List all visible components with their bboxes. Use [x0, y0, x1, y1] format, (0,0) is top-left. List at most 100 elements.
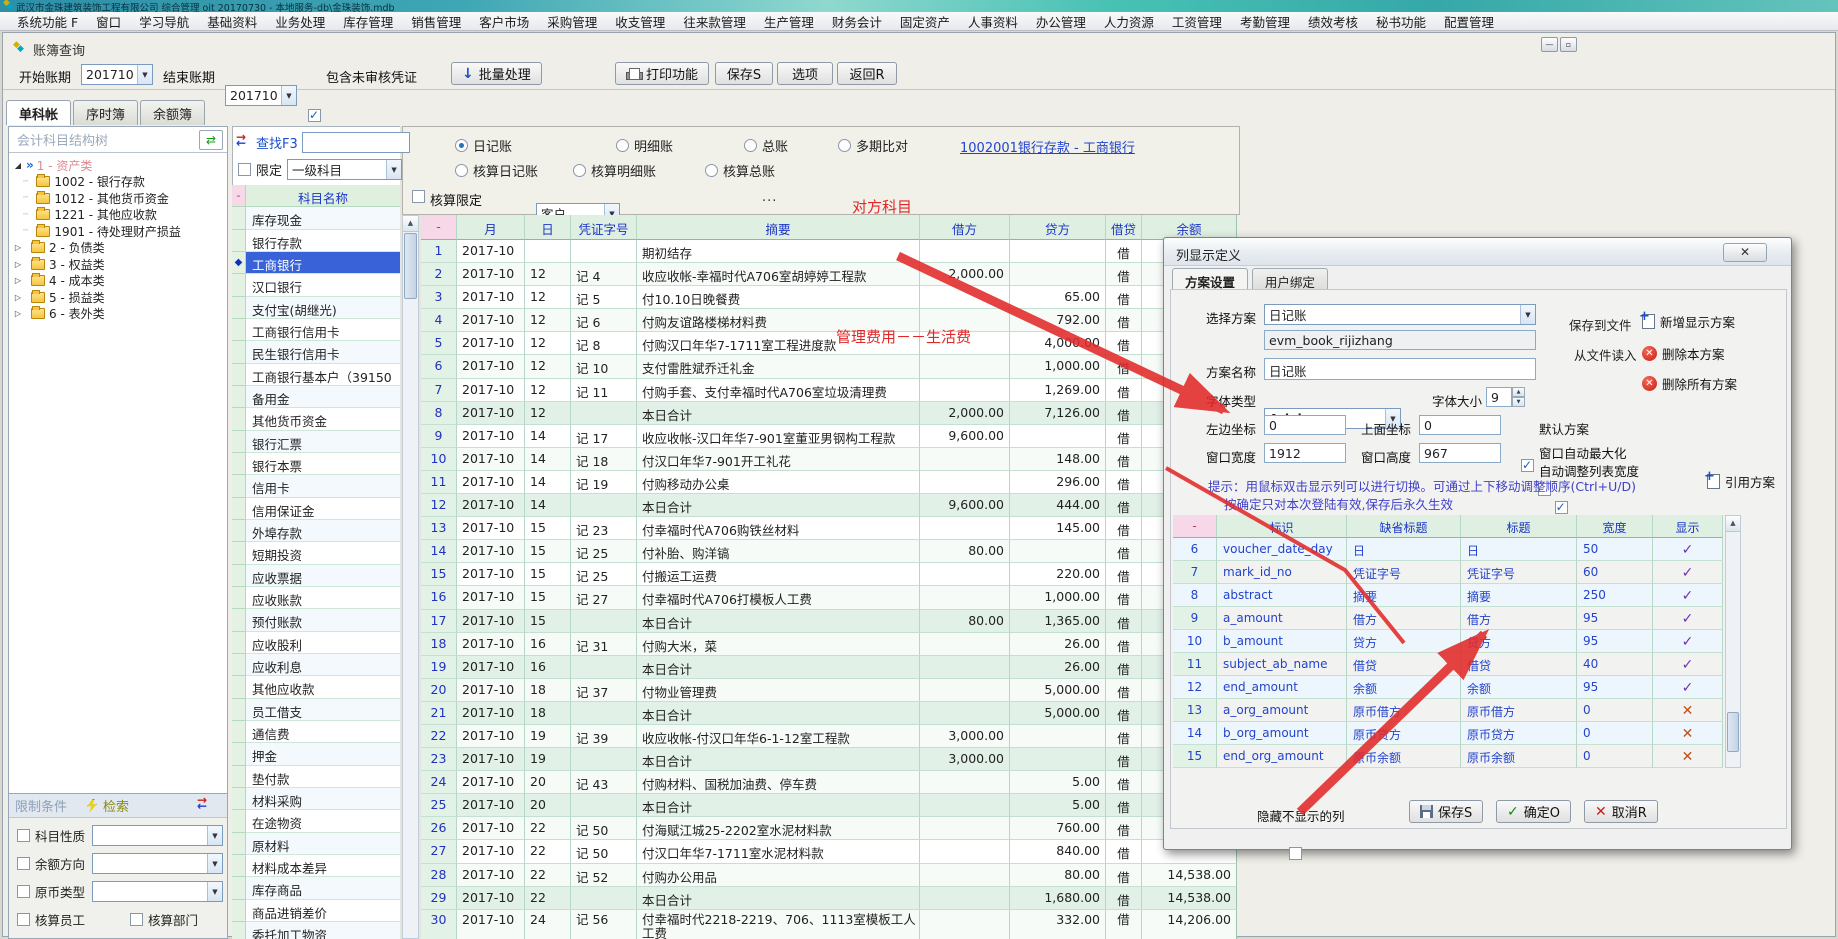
dialog-tab[interactable]: 用户绑定 [1252, 268, 1328, 290]
table-scrollbar[interactable]: ▲ [402, 215, 419, 939]
menu-item[interactable]: 窗口 [87, 11, 130, 32]
ledger-row[interactable]: 28 2017-10 22 记 52 付购办公用品 80.00 借 14,538… [421, 864, 1237, 887]
subject-row[interactable]: 民生银行信用卡 [232, 341, 400, 363]
chevron-down-icon[interactable]: ▼ [281, 86, 296, 105]
view-mode-radio[interactable]: 多期比对 [838, 136, 908, 155]
scroll-up-icon[interactable]: ▲ [1726, 516, 1740, 532]
scrollbar-thumb[interactable] [1727, 712, 1739, 752]
subject-row[interactable]: 商品进销差价 [232, 900, 400, 922]
column-grid-row[interactable]: 7 mark_id_no 凭证字号 凭证字号 60 ✓ [1173, 561, 1723, 584]
print-button[interactable]: 打印功能 [615, 62, 709, 85]
dialog-ok-button[interactable]: ✓确定O [1496, 800, 1571, 823]
tree-node[interactable]: ┄ 1002 - 银行存款 [13, 174, 227, 191]
view-mode-radio[interactable]: 日记账 [455, 136, 512, 155]
visible-flag-icon[interactable]: ✓ [1653, 561, 1723, 584]
limit-checkbox[interactable] [238, 163, 251, 176]
restrict-checkbox[interactable] [17, 857, 30, 870]
scrollbar-thumb[interactable] [404, 233, 417, 299]
scheme-name-input[interactable]: 日记账 [1264, 358, 1536, 380]
menu-item[interactable]: 人事资料 [959, 11, 1027, 32]
column-grid-row[interactable]: 10 b_amount 贷方 贷方 95 ✓ [1173, 630, 1723, 653]
subject-row[interactable]: 原材料 [232, 833, 400, 855]
restore-icon[interactable]: ▫ [1560, 37, 1577, 52]
restrict-combo[interactable]: ▼ [92, 825, 223, 846]
subject-row[interactable]: 应收股利 [232, 632, 400, 654]
minimize-icon[interactable]: — [1541, 37, 1558, 52]
tree-expander-icon[interactable]: ▷ [13, 309, 23, 318]
menu-item[interactable]: 绩效考核 [1299, 11, 1367, 32]
ledger-row[interactable]: 29 2017-10 22 本日合计 1,680.00 借 14,538.00 [421, 887, 1237, 910]
swap-arrows-icon[interactable] [197, 800, 213, 811]
menu-item[interactable]: 财务会计 [823, 11, 891, 32]
subject-row[interactable]: 应收账款 [232, 587, 400, 609]
scheme-combo[interactable]: 日记账▼ [1264, 304, 1536, 325]
menu-item[interactable]: 人力资源 [1095, 11, 1163, 32]
account-link[interactable]: 1002001银行存款 - 工商银行 [960, 137, 1135, 156]
view-mode-radio[interactable]: 总账 [744, 136, 788, 155]
ledger-row[interactable]: 18 2017-10 16 记 31 付购大米，菜 26.00 借 [421, 633, 1237, 656]
ledger-row[interactable]: 26 2017-10 22 记 50 付海赋江城25-2202室水泥材料款 76… [421, 817, 1237, 840]
tree-node[interactable]: ┄ 1221 - 其他应收款 [13, 207, 227, 224]
ledger-row[interactable]: 19 2017-10 16 本日合计 26.00 借 [421, 656, 1237, 679]
subject-row[interactable]: 押金 [232, 743, 400, 765]
tree-expander-icon[interactable]: ▷ [13, 293, 23, 302]
ledger-row[interactable]: 14 2017-10 15 记 25 付补胎、购洋镐 80.00 借 [421, 540, 1237, 563]
subject-row[interactable]: 银行本票 [232, 453, 400, 475]
load-from-file-button[interactable]: 从文件读入 [1574, 345, 1637, 364]
column-grid-row[interactable]: 12 end_amount 余额 余额 95 ✓ [1173, 676, 1723, 699]
visible-flag-icon[interactable]: ✓ [1653, 538, 1723, 561]
search-label[interactable]: 检索 [103, 796, 129, 815]
subject-row[interactable]: 库存现金 [232, 207, 400, 229]
ledger-row[interactable]: 22 2017-10 19 记 39 收应收帐-付汉口年华6-1-12室工程款 … [421, 725, 1237, 748]
more-button[interactable]: ... [762, 190, 777, 205]
window-height-input[interactable]: 967 [1419, 443, 1501, 463]
visible-flag-icon[interactable]: ✓ [1653, 584, 1723, 607]
tree-node[interactable]: ┄ 1012 - 其他货币资金 [13, 190, 227, 207]
tree-expander-icon[interactable]: ▷ [13, 260, 23, 269]
hide-columns-checkbox[interactable] [1289, 847, 1302, 860]
tree-expander-icon[interactable]: ◢ [13, 161, 23, 170]
options-button[interactable]: 选项 [777, 62, 833, 85]
subject-row[interactable]: 工商银行基本户（39150 [232, 364, 400, 386]
subject-row[interactable]: 委托加工物资 [232, 922, 400, 939]
ledger-row[interactable]: 11 2017-10 14 记 19 付购移动办公桌 296.00 借 [421, 471, 1237, 494]
tab[interactable]: 单科帐 [6, 100, 71, 125]
view-mode-radio[interactable]: 核算明细账 [573, 161, 656, 180]
tree-node[interactable]: ▷ 2 - 负债类 [13, 240, 227, 257]
start-period-combo[interactable]: 201710▼ [81, 64, 153, 85]
ledger-row[interactable]: 17 2017-10 15 本日合计 80.00 1,365.00 借 [421, 610, 1237, 633]
top-coord-input[interactable]: 0 [1419, 415, 1501, 435]
subject-row[interactable]: 外埠存款 [232, 520, 400, 542]
column-grid-row[interactable]: 14 b_org_amount 原币贷方 原币贷方 0 ✕ [1173, 722, 1723, 745]
subject-row[interactable]: 应收票据 [232, 565, 400, 587]
ledger-row[interactable]: 5 2017-10 12 记 8 付购汉口年华7-1711室工程进度款 4,00… [421, 332, 1237, 355]
tree-node[interactable]: ┄ 1901 - 待处理财产损益 [13, 223, 227, 240]
menu-item[interactable]: 固定资产 [891, 11, 959, 32]
menu-item[interactable]: 库存管理 [334, 11, 402, 32]
ledger-row[interactable]: 1 2017-10 期初结存 借 [421, 240, 1237, 263]
tree-expander-icon[interactable]: ▷ [13, 276, 23, 285]
ledger-row[interactable]: 16 2017-10 15 记 27 付幸福时代A706打模板人工费 1,000… [421, 586, 1237, 609]
subject-row[interactable]: 库存商品 [232, 877, 400, 899]
chevron-down-icon[interactable]: ▼ [207, 854, 222, 873]
menu-item[interactable]: 学习导航 [130, 11, 198, 32]
add-scheme-button[interactable]: 新增显示方案 [1642, 312, 1735, 331]
subject-row[interactable]: 备用金 [232, 386, 400, 408]
save-button[interactable]: 保存S [715, 62, 773, 85]
find-input[interactable] [302, 132, 410, 153]
close-icon[interactable]: ✕ [1723, 243, 1767, 262]
level-combo[interactable]: 一级科目▼ [287, 159, 402, 180]
visible-flag-icon[interactable]: ✕ [1653, 722, 1723, 745]
ledger-row[interactable]: 9 2017-10 14 记 17 收应收帐-汉口年华7-901室董亚男钢构工程… [421, 425, 1237, 448]
visible-flag-icon[interactable]: ✕ [1653, 745, 1723, 768]
subject-row[interactable]: 通信费 [232, 721, 400, 743]
window-width-input[interactable]: 1912 [1264, 443, 1346, 463]
subject-row[interactable]: 支付宝(胡继光) [232, 297, 400, 319]
ledger-row[interactable]: 6 2017-10 12 记 10 支付雷胜斌乔迁礼金 1,000.00 借 [421, 355, 1237, 378]
subject-row[interactable]: 短期投资 [232, 542, 400, 564]
ledger-row[interactable]: 8 2017-10 12 本日合计 2,000.00 7,126.00 借 [421, 402, 1237, 425]
menu-item[interactable]: 工资管理 [1163, 11, 1231, 32]
subject-row[interactable]: 材料成本差异 [232, 855, 400, 877]
ledger-row[interactable]: 12 2017-10 14 本日合计 9,600.00 444.00 借 [421, 494, 1237, 517]
subject-row[interactable]: 其他货币资金 [232, 408, 400, 430]
